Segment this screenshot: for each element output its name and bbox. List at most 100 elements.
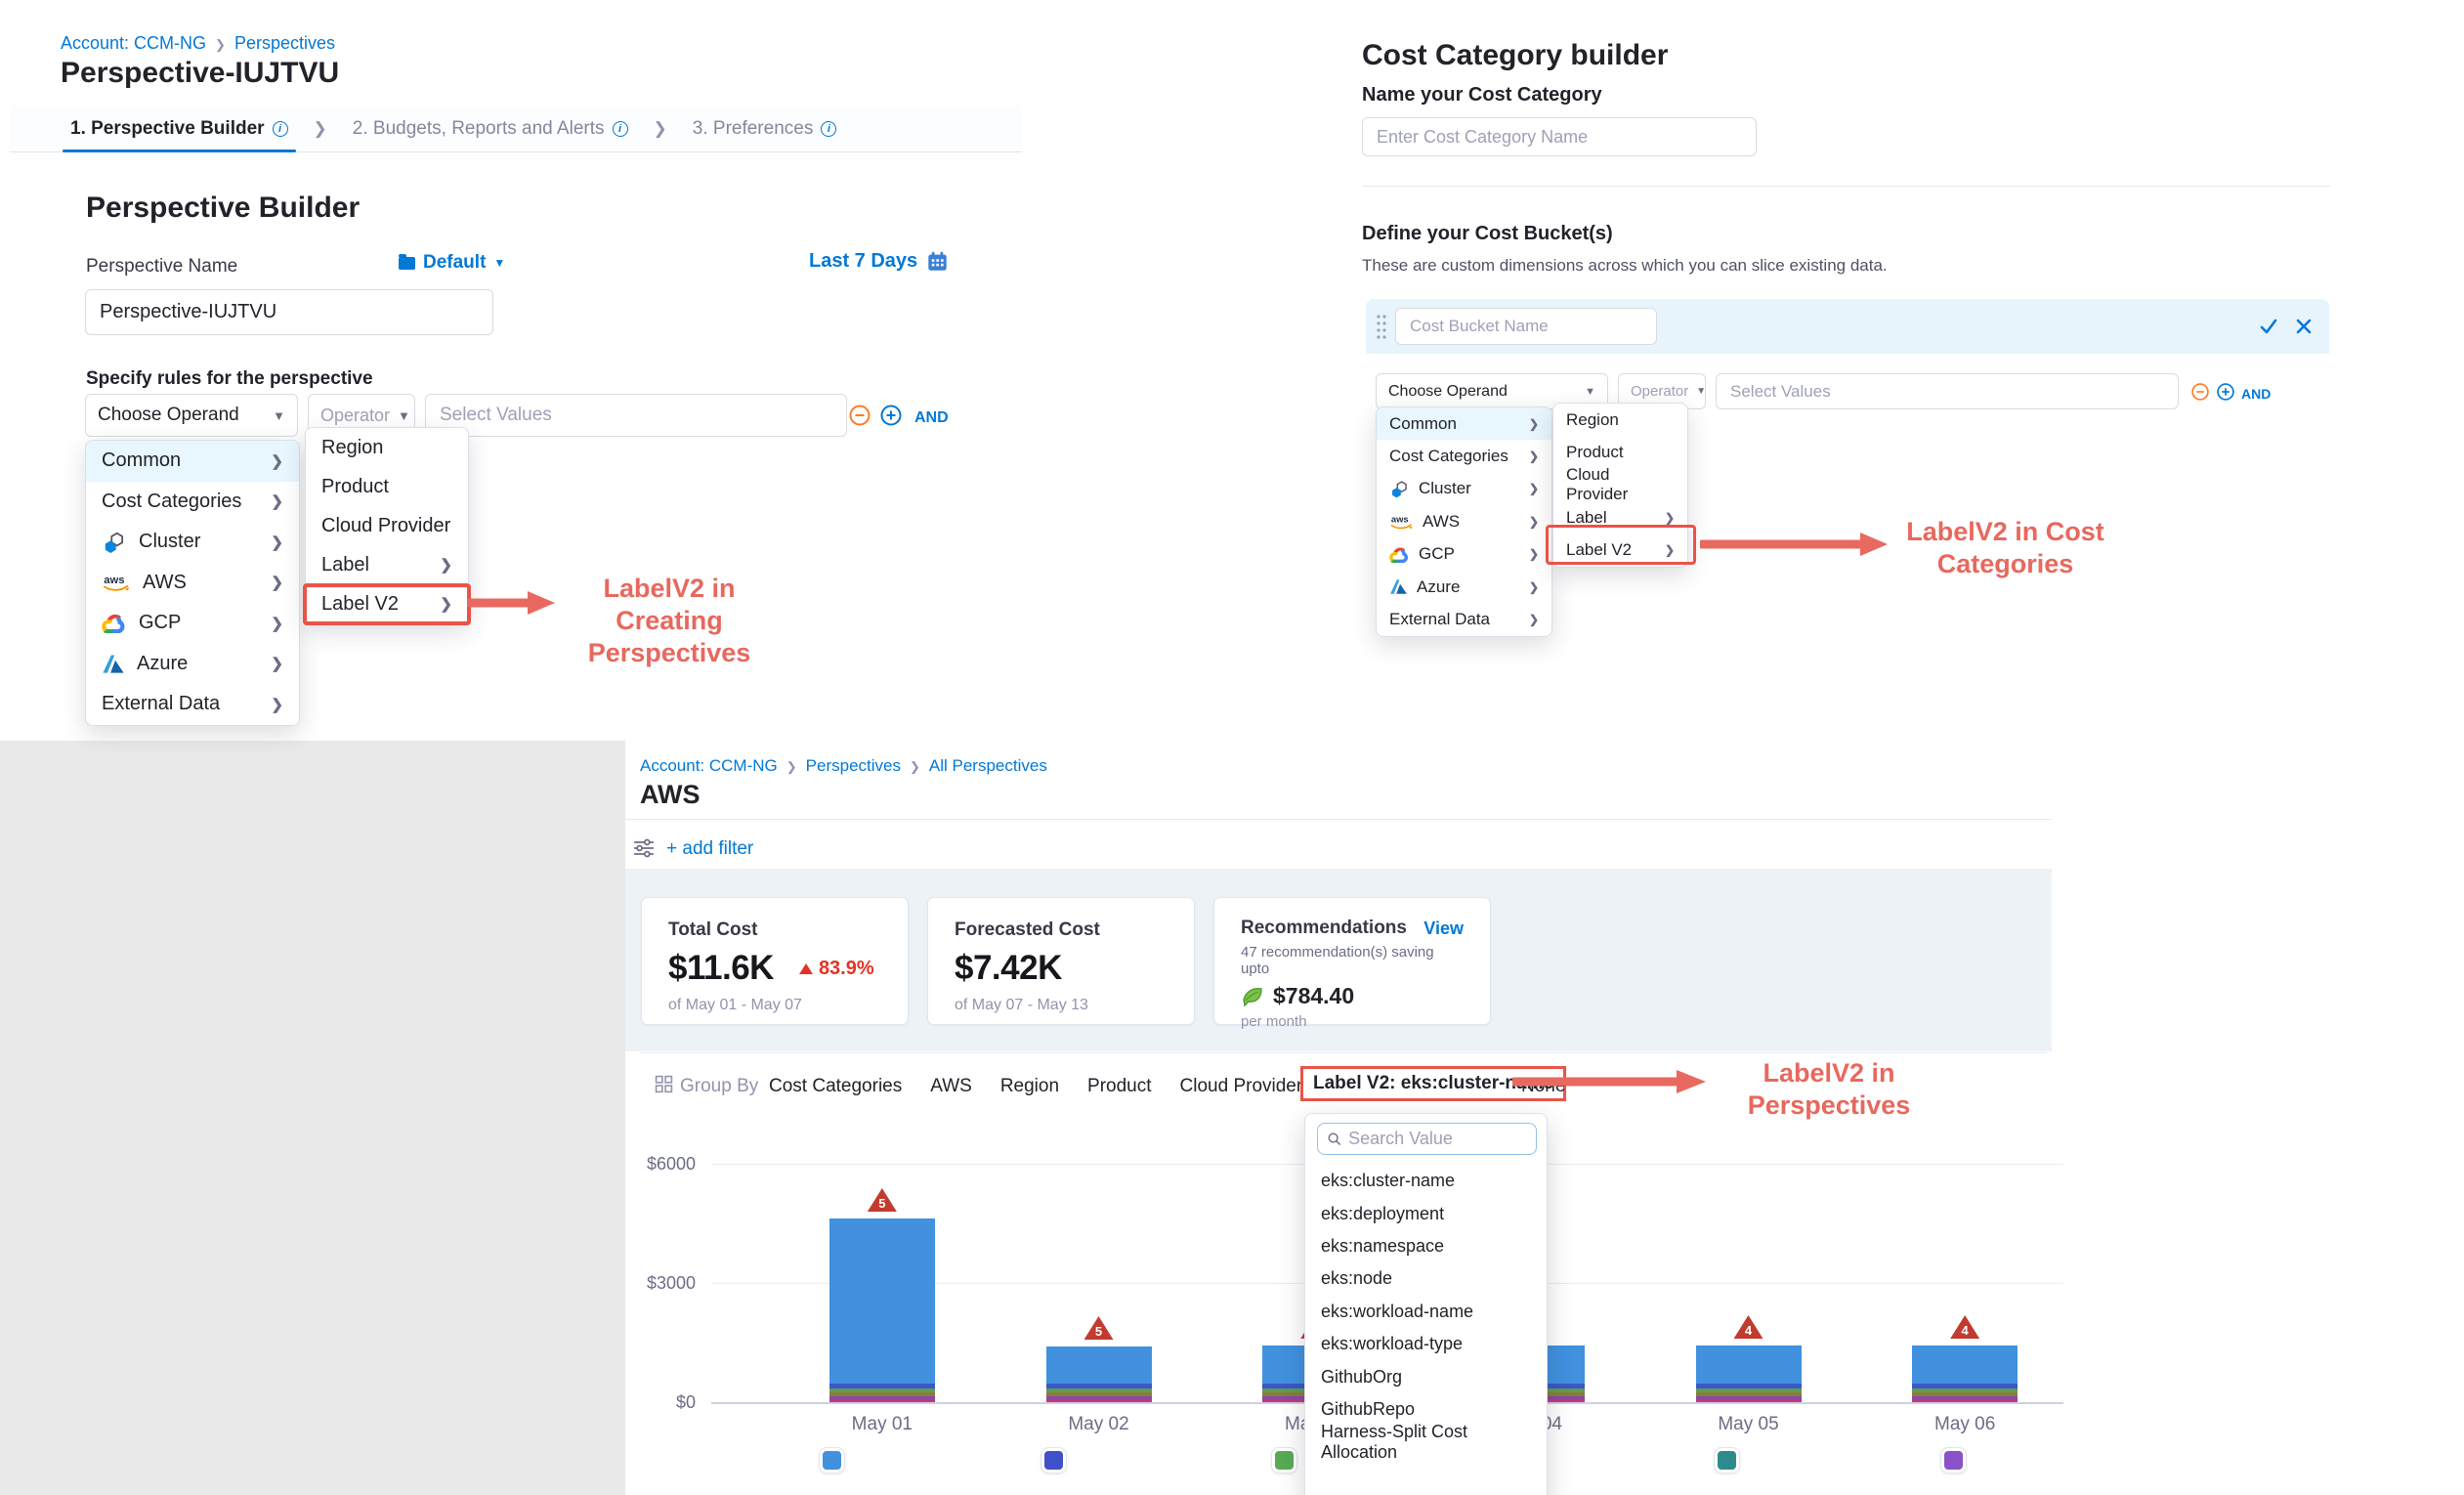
confirm-bucket-button[interactable]: [2257, 315, 2280, 338]
folder-selector[interactable]: Default ▼: [399, 252, 505, 274]
cc-operand-menu-item[interactable]: Common ❯: [1377, 407, 1551, 440]
legend-chip[interactable]: [1272, 1448, 1296, 1473]
common-submenu-item[interactable]: Region: [306, 428, 468, 467]
cc-common-submenu-item[interactable]: Label ❯: [1553, 501, 1687, 534]
date-range-selector[interactable]: Last 7 Days: [809, 250, 949, 273]
recommendations-subtitle: 47 recommendation(s) saving upto: [1241, 944, 1464, 977]
group-by-item[interactable]: Cloud Provider: [1180, 1076, 1303, 1097]
value-option[interactable]: eks:node: [1305, 1262, 1547, 1295]
and-operator-button[interactable]: AND: [914, 409, 949, 427]
cc-select-values-input[interactable]: [1716, 373, 2179, 409]
filter-icon[interactable]: [633, 837, 655, 859]
stacked-bar-may-05[interactable]: [1696, 1346, 1802, 1402]
operand-menu-item[interactable]: GCP ❯: [86, 603, 299, 644]
x-axis-label: May 06: [1906, 1414, 2023, 1435]
anomaly-badge[interactable]: 4: [1734, 1315, 1763, 1339]
add-filter-button[interactable]: + add filter: [666, 838, 753, 860]
value-option[interactable]: Harness-Split Cost Allocation: [1305, 1426, 1547, 1458]
operator-select-label: Operator: [320, 406, 390, 426]
operand-menu-item[interactable]: External Data ❯: [86, 684, 299, 725]
section-heading: Perspective Builder: [86, 192, 360, 225]
value-option[interactable]: eks:cluster-name: [1305, 1165, 1547, 1197]
group-by-item[interactable]: Cost Categories: [769, 1076, 902, 1097]
anomaly-badge[interactable]: 5: [1084, 1316, 1114, 1340]
remove-rule-button[interactable]: [848, 404, 871, 427]
value-option[interactable]: eks:namespace: [1305, 1230, 1547, 1262]
cc-operand-menu-item[interactable]: aws AWS ❯: [1377, 505, 1551, 537]
chevron-right-icon: ❯: [215, 37, 226, 53]
common-submenu-item[interactable]: Cloud Provider: [306, 506, 468, 545]
breadcrumb-link[interactable]: Perspectives: [234, 33, 335, 54]
operand-menu-item[interactable]: Cost Categories ❯: [86, 482, 299, 523]
anomaly-badge[interactable]: 4: [1950, 1315, 1979, 1339]
legend-chip[interactable]: [1715, 1448, 1739, 1473]
cc-common-submenu-item[interactable]: Product: [1553, 436, 1687, 468]
value-option[interactable]: eks:deployment: [1305, 1197, 1547, 1229]
group-by-item[interactable]: Product: [1087, 1076, 1151, 1097]
cancel-bucket-button[interactable]: [2294, 317, 2314, 336]
anomaly-badge[interactable]: 5: [868, 1188, 897, 1212]
wizard-tab[interactable]: 1. Perspective Builder i: [70, 106, 288, 151]
operand-menu: Common ❯ Cost Categories ❯ Cluster: [85, 440, 300, 726]
cost-bucket-name-input[interactable]: [1395, 308, 1657, 345]
breadcrumb-link[interactable]: Account: CCM-NG: [61, 33, 206, 54]
cost-category-name-input[interactable]: [1362, 117, 1757, 156]
chevron-right-icon: ❯: [1529, 580, 1539, 594]
drag-handle[interactable]: [1376, 313, 1387, 340]
cc-operand-menu-item[interactable]: External Data ❯: [1377, 603, 1551, 635]
operand-menu-item-label: GCP: [139, 612, 181, 634]
search-value-input[interactable]: [1348, 1129, 1527, 1149]
common-submenu-item[interactable]: Label ❯: [306, 545, 468, 584]
chevron-right-icon: ❯: [654, 119, 667, 139]
cc-operand-menu-item-label: GCP: [1419, 544, 1455, 564]
legend-chip[interactable]: [820, 1448, 844, 1473]
operand-menu-item[interactable]: Common ❯: [86, 441, 299, 482]
legend-chip[interactable]: [1041, 1448, 1066, 1473]
cluster-icon: [1389, 479, 1410, 499]
stacked-bar-may-06[interactable]: [1912, 1346, 2018, 1402]
cc-common-submenu-item[interactable]: Region: [1553, 404, 1687, 436]
cc-operand-menu-item[interactable]: Azure ❯: [1377, 571, 1551, 603]
folder-icon: [399, 257, 415, 270]
value-option[interactable]: GithubOrg: [1305, 1360, 1547, 1392]
value-option[interactable]: eks:workload-type: [1305, 1328, 1547, 1360]
cc-add-rule-button[interactable]: [2216, 382, 2235, 402]
stacked-bar-may-02[interactable]: [1046, 1346, 1152, 1402]
cc-operand-menu-item-label: Cost Categories: [1389, 447, 1508, 466]
cc-remove-rule-button[interactable]: [2190, 382, 2210, 402]
cc-operand-menu-item[interactable]: Cluster ❯: [1377, 473, 1551, 505]
chevron-right-icon: ❯: [271, 615, 283, 632]
cc-submenu-item-label: Cloud Provider: [1566, 465, 1675, 504]
operand-menu-item[interactable]: Azure ❯: [86, 644, 299, 685]
breadcrumb-link[interactable]: Account: CCM-NG: [640, 756, 778, 776]
wizard-tab[interactable]: 2. Budgets, Reports and Alerts i: [353, 106, 628, 151]
operand-menu-item[interactable]: Cluster ❯: [86, 522, 299, 563]
breadcrumb-link[interactable]: Perspectives: [806, 756, 901, 776]
perspective-name-input[interactable]: [85, 289, 493, 335]
operand-select[interactable]: Choose Operand ▼: [85, 394, 298, 437]
group-by-item[interactable]: AWS: [930, 1076, 972, 1097]
breadcrumb-link[interactable]: All Perspectives: [929, 756, 1047, 776]
legend-chip[interactable]: [1941, 1448, 1966, 1473]
operand-menu-item[interactable]: aws AWS ❯: [86, 563, 299, 604]
cc-operand-menu-item[interactable]: GCP ❯: [1377, 538, 1551, 571]
submenu-item-label: Label: [321, 554, 369, 577]
view-recommendations-link[interactable]: View: [1423, 918, 1464, 939]
value-option[interactable]: eks:workload-name: [1305, 1296, 1547, 1328]
wizard-tab[interactable]: 3. Preferences i: [693, 106, 837, 151]
common-submenu-item[interactable]: Product: [306, 467, 468, 506]
annotation-text-cost-categories: LabelV2 in Cost Categories: [1900, 516, 2110, 580]
cc-common-submenu: Region Product Cloud Provider Label ❯ La…: [1552, 403, 1688, 568]
active-tab-underline: [63, 150, 296, 152]
cc-common-submenu-item[interactable]: Label V2 ❯: [1553, 534, 1687, 567]
add-rule-button[interactable]: [879, 404, 903, 427]
group-by-item[interactable]: Region: [1000, 1076, 1059, 1097]
cc-operand-menu-item[interactable]: Cost Categories ❯: [1377, 440, 1551, 472]
cc-operand-menu-item-label: Azure: [1417, 577, 1460, 597]
common-submenu-item[interactable]: Label V2 ❯: [306, 584, 468, 623]
cc-and-operator-button[interactable]: AND: [2241, 386, 2271, 402]
info-icon: i: [613, 121, 628, 137]
select-values-input[interactable]: [425, 394, 847, 437]
cc-common-submenu-item[interactable]: Cloud Provider: [1553, 469, 1687, 501]
stacked-bar-may-01[interactable]: [829, 1218, 935, 1402]
